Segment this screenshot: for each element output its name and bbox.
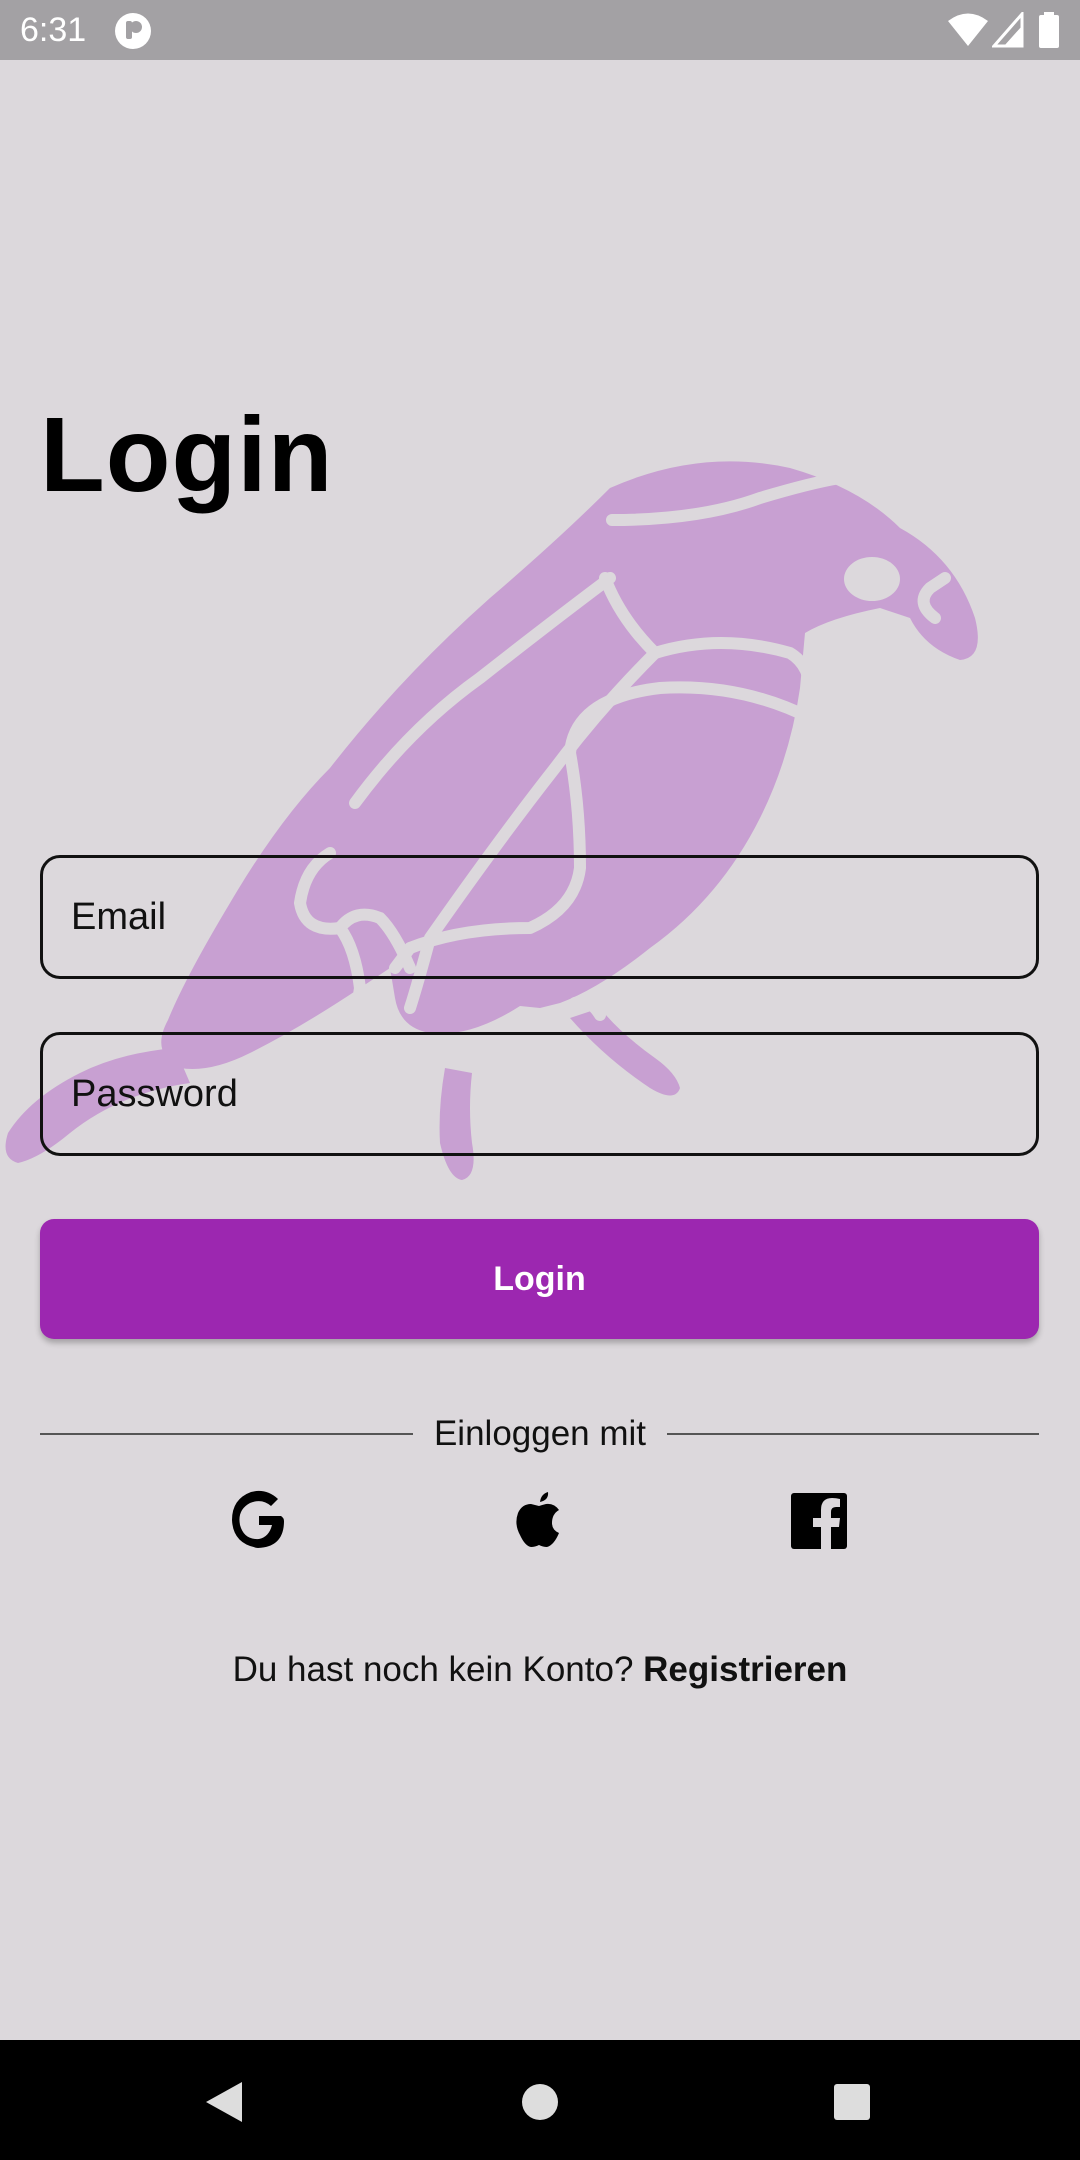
status-bar: 6:31 xyxy=(0,0,1080,60)
back-icon[interactable] xyxy=(204,2080,244,2124)
password-input[interactable] xyxy=(43,1035,1036,1153)
signup-row: Du hast noch kein Konto? Registrieren xyxy=(0,1646,1080,1694)
app-icon xyxy=(115,13,151,49)
home-icon[interactable] xyxy=(520,2080,560,2124)
divider-line-right xyxy=(667,1433,1039,1435)
login-button[interactable]: Login xyxy=(40,1219,1039,1339)
email-input[interactable] xyxy=(43,858,1036,976)
cellular-signal-icon xyxy=(992,12,1024,48)
password-field[interactable] xyxy=(40,1032,1039,1156)
recents-icon[interactable] xyxy=(832,2080,872,2124)
page-title: Login xyxy=(40,396,334,514)
google-icon[interactable] xyxy=(226,1488,292,1554)
facebook-icon[interactable] xyxy=(786,1488,852,1554)
apple-icon[interactable] xyxy=(506,1488,572,1554)
navigation-bar xyxy=(0,2040,1080,2160)
register-link[interactable]: Registrieren xyxy=(643,1650,847,1689)
status-time: 6:31 xyxy=(20,11,87,49)
wifi-icon xyxy=(948,13,988,46)
divider-label: Einloggen mit xyxy=(433,1414,647,1453)
login-screen: Login Login Einloggen mit Du hast noch k… xyxy=(0,60,1080,2040)
email-field[interactable] xyxy=(40,855,1039,979)
battery-icon xyxy=(1039,12,1059,48)
signup-prompt: Du hast noch kein Konto? xyxy=(232,1650,634,1689)
divider-line-left xyxy=(40,1433,413,1435)
